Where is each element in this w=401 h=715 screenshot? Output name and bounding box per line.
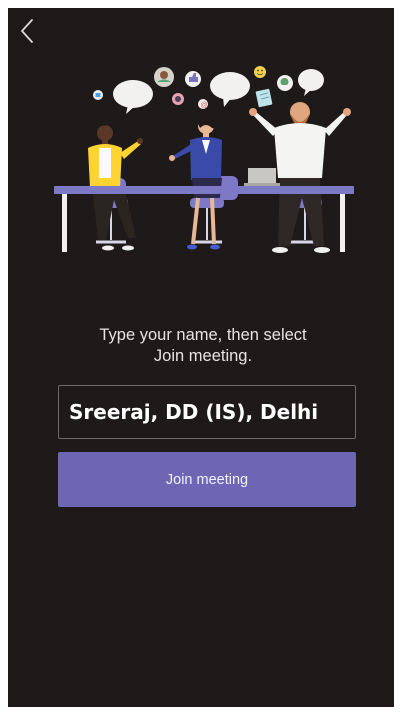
svg-text:@: @ xyxy=(201,102,208,109)
instruction-line-1: Type your name, then select xyxy=(99,326,307,344)
person-middle-figure xyxy=(169,116,222,250)
meeting-illustration: @ xyxy=(54,66,354,253)
instruction-text: Type your name, then select Join meeting… xyxy=(48,325,358,367)
person-left-figure xyxy=(88,121,143,251)
chevron-left-icon xyxy=(21,19,33,43)
name-input[interactable] xyxy=(58,385,356,439)
join-meeting-label: Join meeting xyxy=(165,471,249,488)
back-button[interactable] xyxy=(14,18,40,44)
person-right-figure xyxy=(244,102,351,253)
chat-bubbles-decoration: @ xyxy=(93,66,324,114)
instruction-line-2: Join meeting. xyxy=(153,347,253,365)
join-meeting-button[interactable]: Join meeting xyxy=(58,452,356,507)
join-meeting-screen: @ Type your name, then select Join meeti… xyxy=(8,8,394,707)
